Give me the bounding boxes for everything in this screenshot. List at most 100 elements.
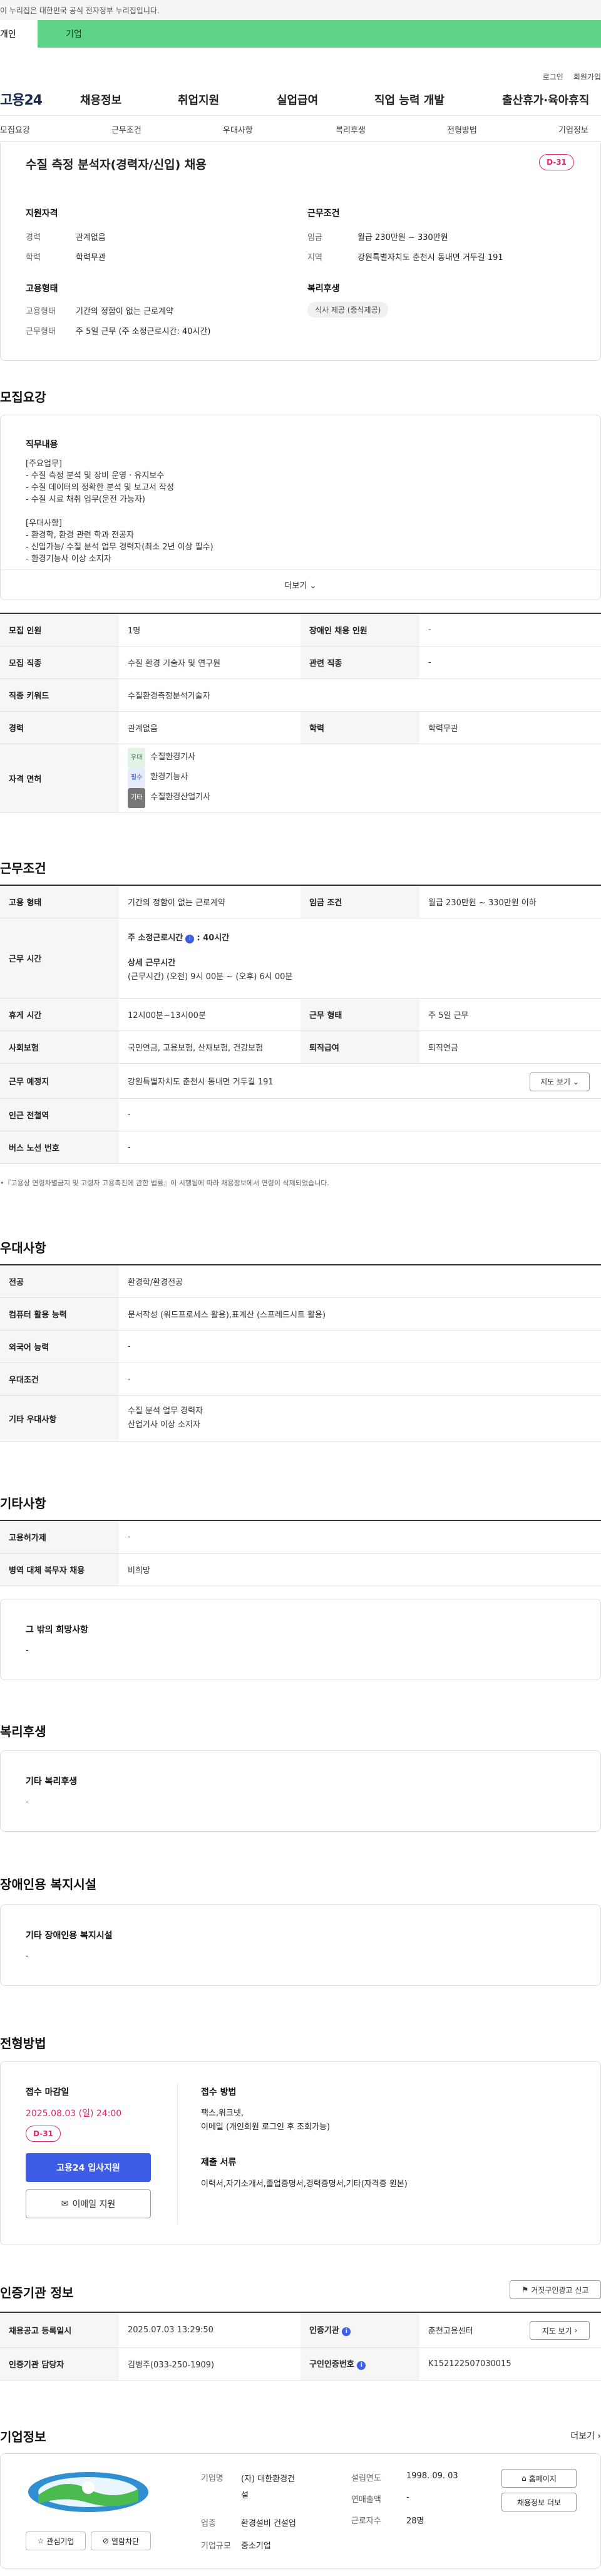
- chevron-right-icon: ›: [597, 2431, 601, 2441]
- org-label-text: 인증기관: [309, 2326, 339, 2336]
- docs-title: 제출 서류: [201, 2158, 237, 2168]
- user-type-tabs: 개인 기업: [0, 20, 601, 48]
- dday-badge: D-31: [539, 154, 574, 170]
- chevron-right-icon: ›: [574, 2326, 578, 2335]
- email-apply-label: 이메일 지원: [72, 2199, 116, 2210]
- info-icon[interactable]: i: [342, 2327, 351, 2337]
- tab-apply[interactable]: 전형방법: [447, 123, 477, 135]
- tab-personal[interactable]: 개인: [0, 20, 38, 48]
- apply-section-title: 전형방법: [0, 2036, 46, 2051]
- company-logo-mark: [28, 2472, 148, 2512]
- etc-line: 수질 분석 업무 경력자: [128, 1406, 203, 1416]
- area-label: 지역: [307, 253, 322, 262]
- major-value: 환경학/환경전공: [119, 1265, 601, 1298]
- more-jobs-button[interactable]: 채용정보 더보: [501, 2493, 577, 2511]
- detail-value: (근무시간) (오전) 9시 00분 ~ (오후) 6시 00분: [128, 972, 293, 982]
- duty-line: [26, 506, 213, 517]
- etc-value: 수질 분석 업무 경력자 산업기사 이상 소지자: [119, 1395, 601, 1442]
- info-icon[interactable]: i: [185, 935, 195, 943]
- map-button[interactable]: 지도 보기 ⌄: [530, 1072, 590, 1091]
- duty-line: - 수질 시료 채취 업무(운전 가능자): [26, 495, 145, 504]
- time-label: 근무 시간: [0, 918, 119, 999]
- docs-value: 이력서,자기소개서,졸업증명서,경력증명서,기타(자격증 원본): [201, 2179, 408, 2189]
- tab-company-label: 기업: [66, 29, 82, 39]
- apply-button[interactable]: 고용24 입사지원: [26, 2153, 151, 2182]
- count-label: 모집 인원: [0, 613, 119, 647]
- license-item: 우대 수질환경기사: [128, 748, 592, 768]
- apply-divider: [177, 2083, 178, 2225]
- mgr-value: 김병주(033-250-1909): [119, 2347, 300, 2381]
- no-label-text: 구인인증번호: [309, 2360, 354, 2369]
- bus-value: -: [119, 1131, 601, 1164]
- tab-benefit[interactable]: 복리후생: [336, 123, 366, 135]
- org-label: 인증기관 i: [300, 2312, 419, 2348]
- license-badge: 필수: [128, 768, 146, 788]
- more-button[interactable]: 더보기 ⌄: [285, 579, 317, 591]
- name-line: (자) 대한환경건: [241, 2475, 295, 2484]
- tab-personal-label: 개인: [0, 29, 16, 39]
- info-icon[interactable]: i: [357, 2361, 366, 2370]
- agency-map-button[interactable]: 지도 보기 ›: [530, 2321, 590, 2340]
- license-list: 우대 수질환경기사 필수 환경기능사 기타 수질환경산업기사: [119, 744, 601, 813]
- sales-label: 연매출액: [351, 2495, 381, 2505]
- duty-line: - 신입가능/ 수질 분석 업무 경력자(최소 2년 이상 필수): [26, 543, 213, 552]
- career-label: 경력: [26, 233, 41, 242]
- gnb-item-training[interactable]: 직업 능력 개발: [374, 91, 444, 108]
- agency-section-title: 인증기관 정보: [0, 2285, 74, 2300]
- work-section-title: 근무조건: [0, 861, 46, 876]
- pc-label: 컴퓨터 활용 능력: [0, 1297, 119, 1331]
- place-value: 강원특별자치도 춘천시 동내면 거두길 191 지도 보기 ⌄: [119, 1063, 601, 1099]
- tab-pref[interactable]: 우대사항: [223, 123, 253, 135]
- pref-table: 전공 환경학/환경전공 컴퓨터 활용 능력 문서작성 (워드프로세스 활용),표…: [0, 1264, 601, 1442]
- block-button[interactable]: ⊘ 열람차단: [91, 2532, 151, 2550]
- report-button[interactable]: ⚑ 거짓구인광고 신고: [510, 2280, 601, 2299]
- email-apply-button[interactable]: ✉ 이메일 지원: [26, 2189, 151, 2218]
- reg-value: 2025.07.03 13:29:50: [119, 2312, 300, 2348]
- no-label: 구인인증번호 i: [300, 2347, 419, 2381]
- fav-button[interactable]: ☆ 관심기업: [26, 2532, 86, 2550]
- other-table: 고용허가제 - 병역 대체 복무자 채용 비희망: [0, 1520, 601, 1586]
- tab-recruit[interactable]: 모집요강: [0, 123, 30, 135]
- homepage-button[interactable]: ⌂ 홈페이지: [501, 2469, 577, 2488]
- emp-value: 28명: [406, 2516, 424, 2526]
- license-name: 환경기능사: [150, 772, 188, 782]
- pref-section-title: 우대사항: [0, 1240, 46, 1255]
- area-value: 강원특별자치도 춘천시 동내면 거두길 191: [357, 253, 503, 262]
- tab-company[interactable]: 기업정보: [558, 123, 588, 135]
- block-icon: ⊘: [102, 2537, 109, 2545]
- place-label: 근무 예정지: [0, 1063, 119, 1099]
- gnb-item-unemployment[interactable]: 실업급여: [277, 91, 318, 108]
- company-more-link[interactable]: 더보기 ›: [570, 2429, 601, 2442]
- license-name: 수질환경산업기사: [150, 792, 211, 802]
- duty-lines: [주요업무] - 수질 측정 분석 및 장비 운영 · 유지보수 - 수질 데이…: [26, 458, 213, 565]
- duty-line: [우대사항]: [26, 519, 62, 528]
- benefit-card: 기타 복리후생 -: [0, 1750, 601, 1832]
- form-value: 주 5일 근무: [419, 998, 601, 1031]
- section-tabs: 모집요강 근무조건 우대사항 복리후생 전형방법 기업정보: [0, 115, 601, 142]
- company-logo: [26, 2466, 151, 2518]
- license-name: 수질환경기사: [150, 752, 196, 762]
- size-label: 기업규모: [201, 2542, 231, 2551]
- email-icon: ✉: [61, 2199, 69, 2209]
- gnb-item-parental-leave[interactable]: 출산휴가·육아휴직: [502, 91, 589, 108]
- method-line: 팩스,워크넷,: [201, 2109, 244, 2118]
- gnb-item-support[interactable]: 취업지원: [178, 91, 219, 108]
- work-table: 고용 형태 기간의 정함이 없는 근로계약 임금 조건 월급 230만원 ~ 3…: [0, 885, 601, 1164]
- welfare-tag: 식사 제공 (중식제공): [307, 302, 389, 318]
- license-item: 필수 환경기능사: [128, 768, 592, 788]
- lang-value: -: [119, 1330, 601, 1363]
- job-label: 모집 직종: [0, 646, 119, 679]
- duty-line: - 환경학, 환경 관련 학과 전공자: [26, 531, 135, 540]
- tab-company[interactable]: 기업: [38, 20, 601, 48]
- method-line: 이메일 (개인회원 로그인 후 조회가능): [201, 2122, 331, 2132]
- disabled-title: 기타 장애인용 복지시설: [26, 1931, 113, 1941]
- pc-value: 문서작성 (워드프로세스 활용),표계산 (스프레드시트 활용): [119, 1297, 601, 1331]
- tab-work[interactable]: 근무조건: [111, 123, 141, 135]
- site-logo[interactable]: 고용24: [0, 89, 43, 109]
- wage-label: 임금: [307, 233, 322, 242]
- agency-map-label: 지도 보기: [542, 2326, 572, 2335]
- related-label: 관련 직종: [300, 646, 419, 679]
- duty-line: - 수질 데이터의 정확한 분석 및 보고서 작성: [26, 483, 174, 492]
- more-jobs-label: 채용정보 더보: [516, 2498, 562, 2507]
- gnb-item-jobs[interactable]: 채용정보: [80, 91, 121, 108]
